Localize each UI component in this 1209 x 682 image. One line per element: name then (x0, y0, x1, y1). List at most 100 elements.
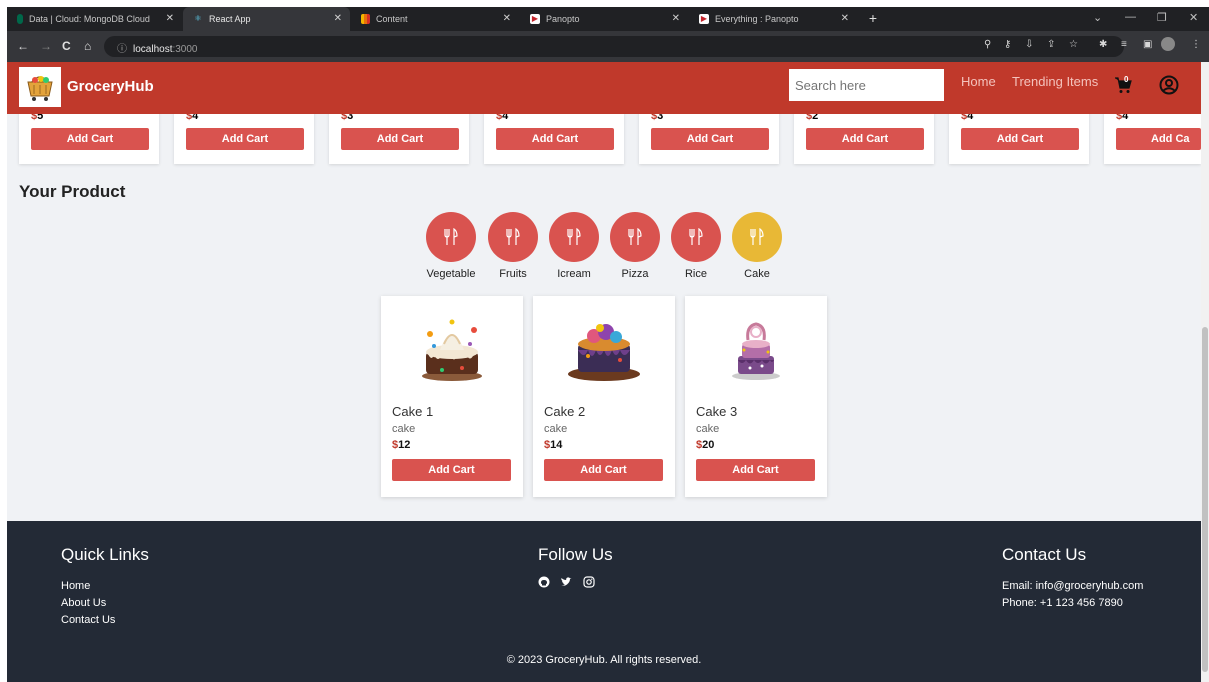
category-cake[interactable]: Cake (732, 212, 782, 280)
close-tab-icon[interactable]: ✕ (503, 13, 511, 24)
product-price: $14 (544, 439, 563, 451)
reload-icon[interactable]: C (62, 39, 71, 53)
add-cart-button[interactable]: Add Cart (496, 128, 614, 150)
cart-icon[interactable]: 0 (1114, 75, 1132, 99)
category-label: Pizza (621, 268, 649, 280)
category-label: Icream (557, 268, 591, 280)
scrollbar-thumb[interactable] (1202, 327, 1208, 672)
footer-link-home[interactable]: Home (61, 580, 90, 592)
close-tab-icon[interactable]: ✕ (672, 13, 680, 24)
fork-knife-icon (488, 212, 538, 262)
tab-everything-panopto[interactable]: ▶ Everything : Panopto ✕ (689, 7, 857, 31)
category-rice[interactable]: Rice (671, 212, 721, 280)
close-tab-icon[interactable]: ✕ (166, 13, 174, 24)
restore-icon[interactable]: ❐ (1157, 11, 1167, 24)
follow-us-heading: Follow Us (538, 545, 613, 564)
mongodb-leaf-icon (17, 14, 23, 24)
fork-knife-icon (732, 212, 782, 262)
fork-knife-icon (549, 212, 599, 262)
category-fruits[interactable]: Fruits (488, 212, 538, 280)
add-cart-button[interactable]: Add Ca (1116, 128, 1201, 150)
browser-menu-icon[interactable]: ⋮ (1191, 39, 1201, 50)
install-icon[interactable]: ⇩ (1025, 39, 1033, 50)
site-footer: Quick Links Home About Us Contact Us Fol… (7, 521, 1201, 682)
tab-search-icon[interactable]: ⌄ (1093, 11, 1102, 24)
minimize-icon[interactable]: — (1125, 11, 1136, 23)
contact-us-heading: Contact Us (1002, 545, 1087, 564)
page-content: GroceryHub Home Trending Items 0 (7, 62, 1201, 682)
tab-panopto[interactable]: ▶ Panopto ✕ (520, 7, 688, 31)
add-cart-button[interactable]: Add Cart (961, 128, 1079, 150)
category-label: Rice (684, 268, 707, 280)
tab-title: React App (209, 14, 251, 24)
close-window-icon[interactable]: ✕ (1189, 11, 1198, 24)
reading-list-icon[interactable]: ≡ (1121, 39, 1127, 50)
add-cart-button[interactable]: Add Cart (696, 459, 815, 481)
footer-link-contact-us[interactable]: Contact Us (61, 614, 115, 626)
product-price: $12 (392, 439, 411, 451)
browser-window: Data | Cloud: MongoDB Cloud ✕ ⚛ React Ap… (7, 7, 1209, 682)
add-cart-button[interactable]: Add Cart (806, 128, 924, 150)
profile-avatar[interactable] (1161, 37, 1175, 51)
bookmark-star-icon[interactable]: ☆ (1069, 39, 1078, 50)
quick-links-heading: Quick Links (61, 545, 149, 564)
add-cart-button[interactable]: Add Cart (544, 459, 663, 481)
tab-title: Data | Cloud: MongoDB Cloud (29, 14, 150, 24)
add-cart-button[interactable]: Add Cart (31, 128, 149, 150)
extensions-icon[interactable]: ✱ (1099, 39, 1107, 50)
product-card: Cake 3 cake $20 Add Cart (685, 296, 827, 497)
tab-react-app[interactable]: ⚛ React App ✕ (183, 7, 350, 31)
site-navbar: GroceryHub Home Trending Items 0 (7, 62, 1201, 114)
instagram-icon[interactable] (583, 575, 595, 588)
cake-image (412, 310, 492, 390)
url-host: localhost (133, 44, 173, 55)
add-cart-button[interactable]: Add Cart (186, 128, 304, 150)
nav-link-trending-items[interactable]: Trending Items (1012, 74, 1098, 89)
grocery-basket-logo[interactable] (19, 67, 61, 107)
address-toolbar: ← → C ⌂ ⓘ localhost:3000 ⚲ ⚷ ⇩ ⇪ ☆ ✱ ≡ ▣ … (7, 31, 1209, 62)
back-icon[interactable]: ← (17, 39, 29, 53)
search-input[interactable] (789, 69, 944, 101)
fork-knife-icon (610, 212, 660, 262)
category-pizza[interactable]: Pizza (610, 212, 660, 280)
add-cart-button[interactable]: Add Cart (392, 459, 511, 481)
share-icon[interactable]: ⇪ (1047, 39, 1055, 50)
category-vegetable[interactable]: Vegetable (426, 212, 476, 280)
brand-name[interactable]: GroceryHub (67, 78, 154, 95)
tab-mongodb[interactable]: Data | Cloud: MongoDB Cloud ✕ (7, 7, 182, 31)
close-tab-icon[interactable]: ✕ (841, 13, 849, 24)
tab-strip: Data | Cloud: MongoDB Cloud ✕ ⚛ React Ap… (7, 7, 1209, 31)
github-icon[interactable] (538, 575, 550, 588)
key-icon[interactable]: ⚷ (1004, 39, 1011, 50)
product-name: Cake 1 (392, 404, 434, 419)
url-text: ⓘ localhost:3000 (117, 40, 198, 55)
panopto-icon: ▶ (699, 14, 709, 24)
new-tab-button[interactable]: + (865, 10, 881, 26)
category-icream[interactable]: Icream (549, 212, 599, 280)
product-card: Cake 1 cake $12 Add Cart (381, 296, 523, 497)
tab-content[interactable]: Content ✕ (351, 7, 519, 31)
side-panel-icon[interactable]: ▣ (1143, 39, 1152, 50)
twitter-icon[interactable] (560, 575, 572, 587)
forward-icon[interactable]: → (40, 39, 52, 53)
category-label: Cake (744, 268, 770, 280)
home-icon[interactable]: ⌂ (84, 39, 91, 53)
product-name: Cake 2 (544, 404, 586, 419)
user-circle-icon[interactable] (1159, 75, 1179, 100)
location-icon[interactable]: ⚲ (984, 39, 991, 50)
product-price: $20 (696, 439, 715, 451)
page-scrollbar[interactable] (1201, 62, 1209, 682)
product-card: Cake 2 cake $14 Add Cart (533, 296, 675, 497)
url-port: :3000 (172, 44, 198, 55)
nav-link-home[interactable]: Home (961, 74, 996, 89)
category-label: Vegetable (426, 268, 476, 280)
add-cart-button[interactable]: Add Cart (341, 128, 459, 150)
fork-knife-icon (671, 212, 721, 262)
url-bar[interactable]: ⓘ localhost:3000 (104, 36, 1124, 57)
add-cart-button[interactable]: Add Cart (651, 128, 769, 150)
footer-link-about-us[interactable]: About Us (61, 597, 106, 609)
cart-count: 0 (1124, 75, 1129, 84)
category-label: Fruits (499, 268, 527, 280)
close-tab-icon[interactable]: ✕ (334, 13, 342, 24)
tab-title: Everything : Panopto (715, 14, 799, 24)
